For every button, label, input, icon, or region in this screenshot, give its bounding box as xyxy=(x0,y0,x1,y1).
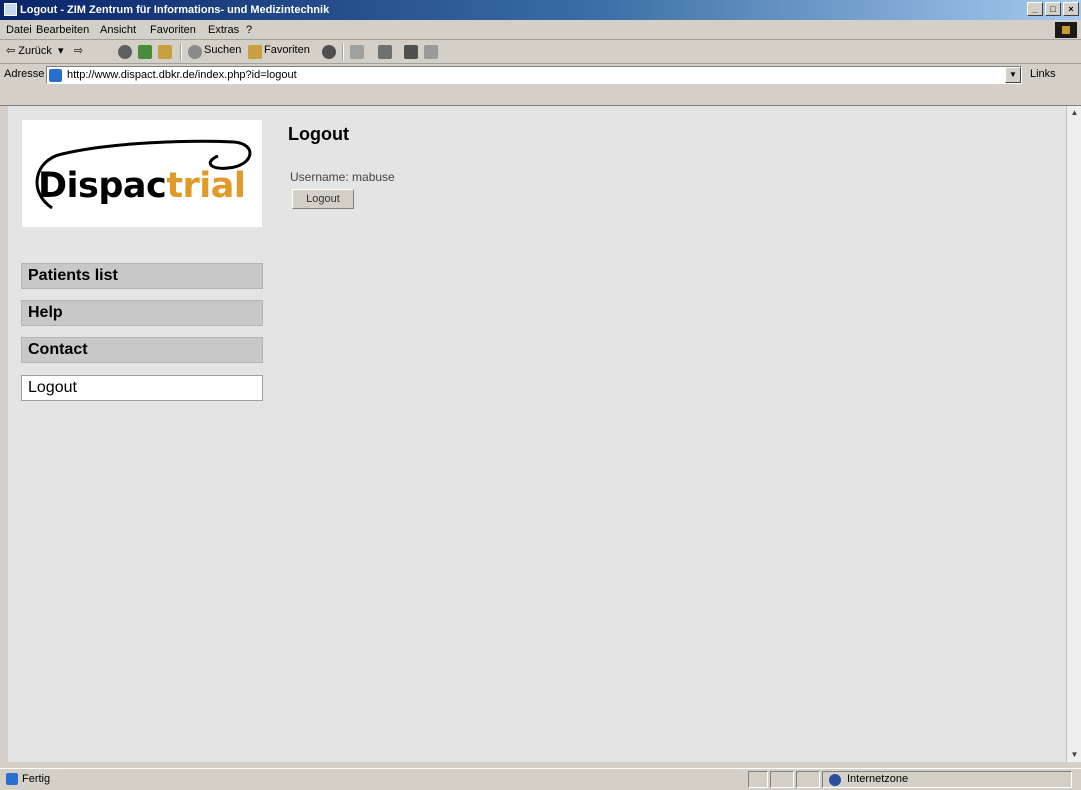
links-button[interactable]: Links xyxy=(1030,68,1056,80)
minimize-button[interactable]: _ xyxy=(1027,2,1043,16)
mail-icon[interactable] xyxy=(350,45,364,59)
scroll-down-icon[interactable]: ▼ xyxy=(1068,750,1081,760)
search-icon xyxy=(188,45,202,59)
nav-item-help[interactable]: Help xyxy=(21,300,263,326)
address-url[interactable]: http://www.dispact.dbkr.de/index.php?id=… xyxy=(67,69,297,81)
maximize-button[interactable]: □ xyxy=(1045,2,1061,16)
address-input[interactable]: http://www.dispact.dbkr.de/index.php?id=… xyxy=(46,66,1022,84)
logo-text-main: Dispac xyxy=(38,166,167,206)
toolbar-separator xyxy=(342,43,344,61)
print-icon[interactable] xyxy=(378,45,392,59)
status-text: Fertig xyxy=(22,773,51,785)
ie-page-icon xyxy=(49,69,62,82)
back-button[interactable]: ⇦ Zurück xyxy=(6,44,52,57)
status-cell xyxy=(770,771,794,788)
history-icon[interactable] xyxy=(322,45,336,59)
internet-zone-icon xyxy=(829,774,841,786)
edit-icon[interactable] xyxy=(404,45,418,59)
vertical-scrollbar[interactable]: ▲ ▼ xyxy=(1066,106,1081,762)
page-title: Logout xyxy=(288,124,349,144)
username-value: mabuse xyxy=(352,170,395,184)
status-cell xyxy=(748,771,768,788)
nav-item-logout[interactable]: Logout xyxy=(21,375,263,401)
page-status-icon xyxy=(6,773,18,785)
close-button[interactable]: × xyxy=(1063,2,1079,16)
zone-text: Internetzone xyxy=(847,773,909,785)
forward-button[interactable]: ⇨ xyxy=(74,44,83,57)
username-label: Username: xyxy=(290,170,349,184)
windows-logo-icon xyxy=(1055,22,1077,38)
search-button[interactable]: Suchen xyxy=(204,44,241,56)
refresh-icon[interactable] xyxy=(138,45,152,59)
nav-item-contact[interactable]: Contact xyxy=(21,337,263,363)
logo-wordmark: Dispactrial xyxy=(38,166,246,206)
menu-ansicht[interactable]: Ansicht xyxy=(100,24,136,36)
logout-button[interactable]: Logout xyxy=(292,189,354,209)
window-title-bar[interactable]: Logout - ZIM Zentrum für Informations- u… xyxy=(0,0,1081,20)
nav-item-patients-list[interactable]: Patients list xyxy=(21,263,263,289)
favorites-icon xyxy=(248,45,262,59)
toolbar: ⇦ Zurück ▾ ⇨ Suchen Favoriten xyxy=(0,40,1081,64)
username-line: Username: mabuse xyxy=(290,170,395,184)
stop-icon[interactable] xyxy=(118,45,132,59)
window-title: Logout - ZIM Zentrum für Informations- u… xyxy=(20,4,330,16)
logo-text-accent: trial xyxy=(166,166,246,206)
address-bar: Adresse http://www.dispact.dbkr.de/index… xyxy=(0,64,1081,106)
menu-bar: Datei Bearbeiten Ansicht Favoriten Extra… xyxy=(0,20,1081,40)
browser-icon xyxy=(4,3,17,16)
address-dropdown-icon[interactable]: ▼ xyxy=(1005,67,1021,83)
menu-datei[interactable]: Datei xyxy=(6,24,32,36)
security-zone[interactable]: Internetzone xyxy=(822,771,1072,788)
status-bar: Fertig Internetzone xyxy=(0,768,1081,790)
status-cell xyxy=(796,771,820,788)
menu-favoriten[interactable]: Favoriten xyxy=(150,24,196,36)
toolbar-separator xyxy=(180,43,182,61)
discuss-icon[interactable] xyxy=(424,45,438,59)
menu-extras[interactable]: Extras xyxy=(208,24,239,36)
menu-bearbeiten[interactable]: Bearbeiten xyxy=(36,24,89,36)
address-label: Adresse xyxy=(4,68,45,80)
back-dropdown-icon[interactable]: ▾ xyxy=(58,44,64,57)
scroll-up-icon[interactable]: ▲ xyxy=(1068,108,1081,118)
window-controls: _ □ × xyxy=(1027,2,1079,16)
favorites-button[interactable]: Favoriten xyxy=(264,44,310,56)
menu-help[interactable]: ? xyxy=(246,24,252,36)
home-icon[interactable] xyxy=(158,45,172,59)
